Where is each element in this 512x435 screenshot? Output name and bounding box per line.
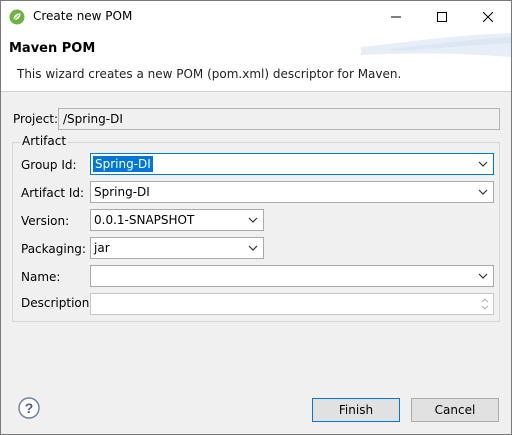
- packaging-combo[interactable]: jar: [90, 237, 264, 259]
- description-textarea[interactable]: [90, 293, 494, 315]
- chevron-down-icon: [478, 161, 488, 167]
- create-pom-dialog: Create new POM Maven POM This wizard cre…: [0, 0, 512, 435]
- chevron-down-icon: [478, 189, 488, 195]
- chevron-down-icon: [248, 245, 258, 251]
- version-value: 0.0.1-SNAPSHOT: [94, 213, 195, 227]
- group-id-label: Group Id:: [21, 158, 77, 172]
- version-combo[interactable]: 0.0.1-SNAPSHOT: [90, 209, 264, 231]
- svg-text:?: ?: [25, 400, 34, 416]
- window-title: Create new POM: [33, 9, 133, 23]
- maximize-button[interactable]: [419, 1, 465, 33]
- help-icon[interactable]: ?: [18, 397, 40, 419]
- minimize-button[interactable]: [373, 1, 419, 33]
- chevron-down-icon: [248, 217, 258, 223]
- artifact-group-title: Artifact: [20, 134, 69, 148]
- group-id-value: Spring-DI: [93, 156, 153, 172]
- wizard-title: Maven POM: [9, 41, 96, 56]
- spring-leaf-icon: [9, 9, 25, 25]
- name-label: Name:: [21, 270, 61, 284]
- artifact-id-value: Spring-DI: [94, 185, 150, 199]
- group-id-combo[interactable]: Spring-DI: [90, 153, 494, 175]
- cancel-button[interactable]: Cancel: [411, 398, 499, 422]
- title-bar: Create new POM: [1, 1, 511, 33]
- packaging-label: Packaging:: [21, 242, 86, 256]
- project-field: /Spring-DI: [58, 108, 500, 130]
- wizard-header: Maven POM This wizard creates a new POM …: [1, 33, 511, 92]
- artifact-id-label: Artifact Id:: [21, 186, 85, 200]
- chevron-down-icon: [478, 273, 488, 279]
- project-label: Project:: [13, 112, 59, 126]
- maximize-icon: [437, 12, 447, 22]
- packaging-value: jar: [94, 241, 110, 255]
- description-label: Description:: [21, 296, 94, 310]
- name-combo[interactable]: [90, 265, 494, 287]
- version-label: Version:: [21, 214, 70, 228]
- close-icon: [483, 12, 493, 22]
- wizard-description: This wizard creates a new POM (pom.xml) …: [17, 67, 402, 81]
- finish-button[interactable]: Finish: [312, 398, 400, 422]
- minimize-icon: [391, 16, 401, 18]
- close-button[interactable]: [465, 1, 511, 33]
- scroll-arrows-icon[interactable]: [479, 296, 491, 312]
- header-banner-graphic: [361, 33, 511, 57]
- artifact-id-combo[interactable]: Spring-DI: [90, 181, 494, 203]
